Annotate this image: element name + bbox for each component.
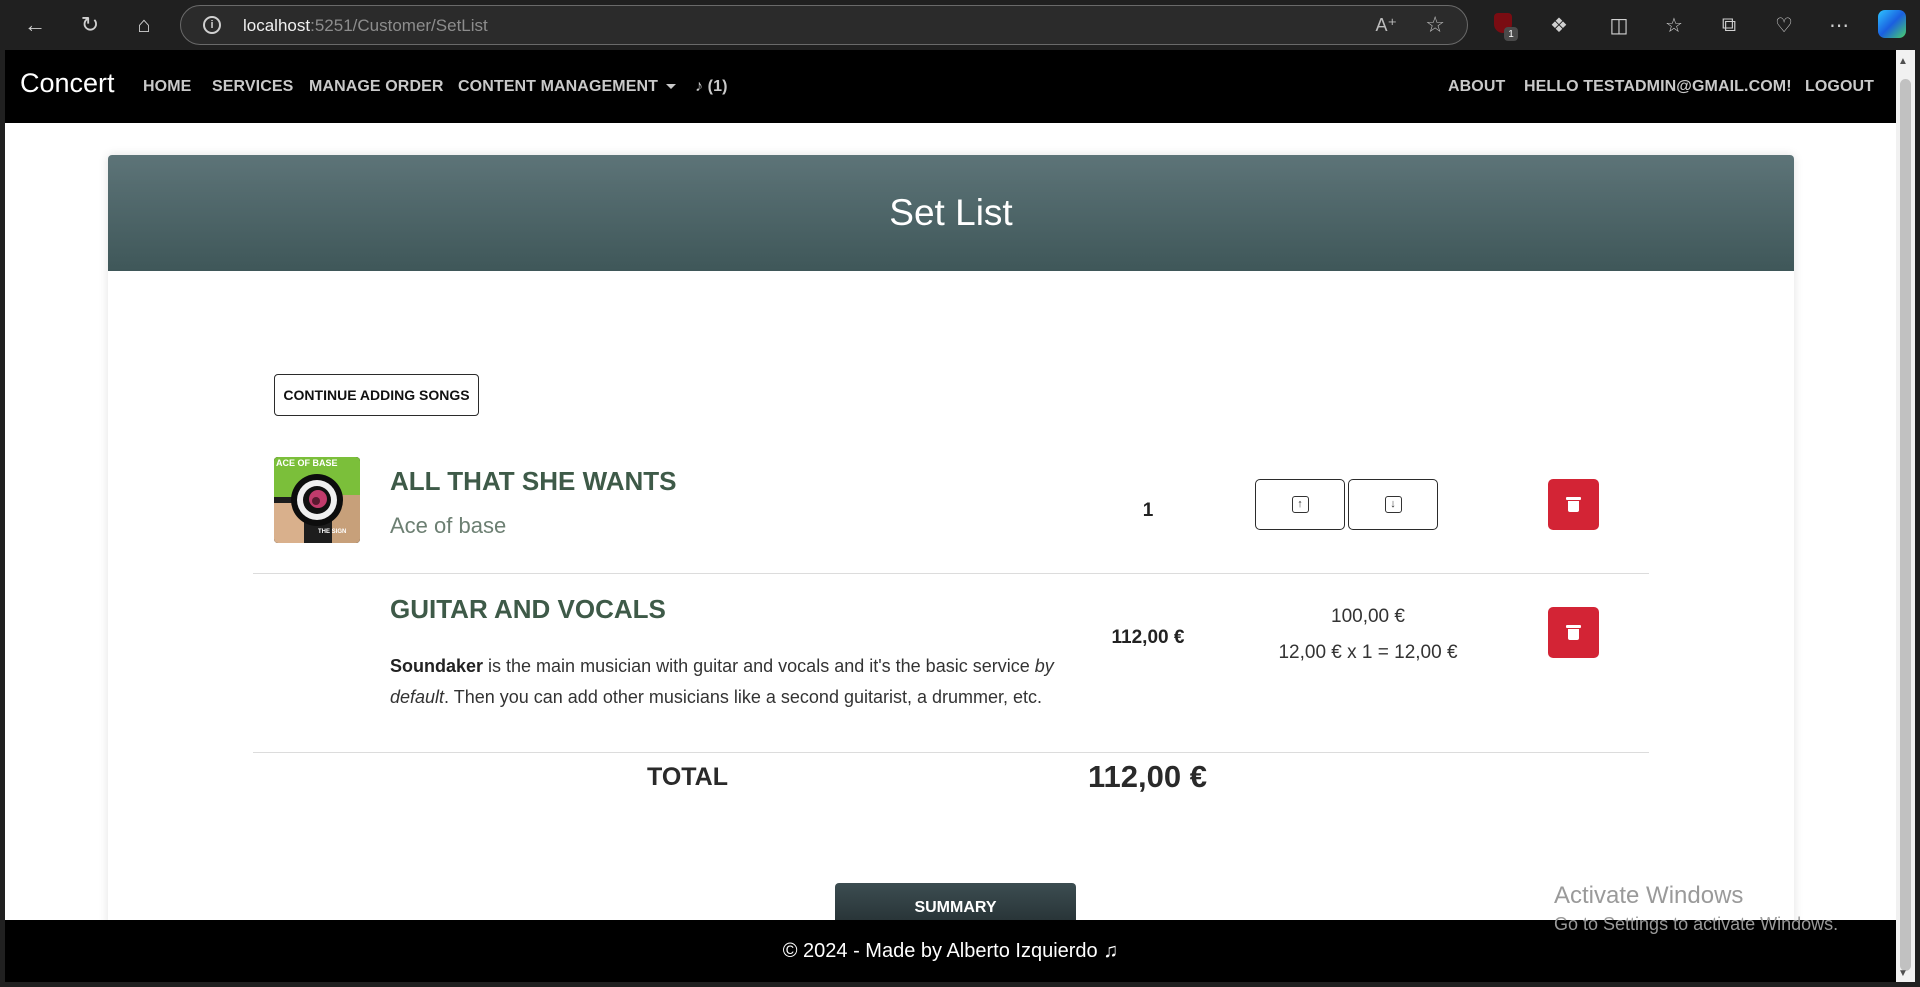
- song-position: 1: [1142, 500, 1154, 521]
- favorites-icon[interactable]: ☆: [1659, 10, 1689, 40]
- album-text-bottom: THE SIGN: [318, 529, 346, 535]
- arrow-up-icon: ↑: [1291, 496, 1309, 513]
- divider: [253, 752, 1649, 753]
- service-base-price: 100,00 €: [1331, 606, 1405, 627]
- delete-service-button[interactable]: [1548, 607, 1599, 658]
- browser-essentials-icon[interactable]: ♡: [1769, 10, 1799, 40]
- activate-windows-title: Activate Windows: [1554, 882, 1744, 909]
- extensions-icon[interactable]: ❖: [1544, 10, 1574, 40]
- song-title: ALL THAT SHE WANTS: [390, 466, 677, 496]
- music-note-icon: ♪: [695, 78, 704, 95]
- continue-adding-songs-button[interactable]: CONTINUE ADDING SONGS: [274, 374, 479, 416]
- total-label: TOTAL: [647, 763, 729, 791]
- scrollbar-thumb[interactable]: [1900, 79, 1911, 971]
- page-viewport: Concert HOME SERVICES MANAGE ORDER CONTE…: [5, 50, 1896, 982]
- nav-manage-order[interactable]: MANAGE ORDER: [309, 78, 444, 96]
- move-up-button[interactable]: ↑: [1255, 479, 1345, 530]
- url-text[interactable]: localhost:5251/Customer/SetList: [243, 16, 488, 36]
- total-value: 112,00 €: [1088, 759, 1207, 794]
- move-down-button[interactable]: ↓: [1348, 479, 1438, 530]
- trash-icon: [1566, 497, 1581, 512]
- split-screen-icon[interactable]: ◫: [1604, 10, 1634, 40]
- favorite-star-icon[interactable]: ☆: [1425, 12, 1445, 38]
- copilot-icon[interactable]: [1878, 10, 1906, 38]
- scroll-up-icon[interactable]: ▲: [1898, 56, 1908, 67]
- page-title: Set List: [889, 192, 1013, 233]
- refresh-icon[interactable]: ↻: [72, 8, 108, 42]
- back-icon[interactable]: ←: [17, 8, 53, 42]
- home-icon[interactable]: ⌂: [126, 8, 162, 42]
- nav-content-management[interactable]: CONTENT MANAGEMENT: [458, 78, 677, 96]
- nav-logout[interactable]: LOGOUT: [1805, 78, 1874, 96]
- card-header: Set List: [108, 155, 1794, 271]
- activate-windows-subtitle: Go to Settings to activate Windows.: [1554, 914, 1839, 934]
- service-description: Soundaker is the main musician with guit…: [390, 656, 1054, 707]
- collections-icon[interactable]: ⧉: [1714, 10, 1744, 40]
- nav-services[interactable]: SERVICES: [212, 78, 293, 96]
- service-title: GUITAR AND VOCALS: [390, 594, 666, 624]
- brand-logo[interactable]: Concert: [20, 68, 115, 99]
- nav-cart[interactable]: ♪ (1): [695, 78, 728, 96]
- caret-down-icon: [666, 84, 677, 90]
- album-text-top: ACE OF BASE: [276, 458, 338, 468]
- read-aloud-icon[interactable]: A⁺: [1375, 15, 1397, 36]
- info-icon[interactable]: i: [203, 16, 221, 34]
- divider: [253, 573, 1649, 574]
- delete-song-button[interactable]: [1548, 479, 1599, 530]
- ublock-badge: 1: [1504, 27, 1518, 41]
- arrow-down-icon: ↓: [1384, 496, 1402, 513]
- address-bar[interactable]: i localhost:5251/Customer/SetList A⁺ ☆: [180, 5, 1468, 45]
- browser-toolbar: ← ↻ ⌂ i localhost:5251/Customer/SetList …: [0, 0, 1920, 50]
- more-icon[interactable]: ⋯: [1824, 10, 1854, 40]
- album-cover-image: ACE OF BASE THE SIGN: [274, 457, 360, 543]
- nav-user-greeting[interactable]: HELLO TESTADMIN@GMAIL.COM!: [1524, 78, 1792, 96]
- nav-about[interactable]: ABOUT: [1448, 78, 1505, 96]
- scroll-down-icon[interactable]: ▼: [1898, 968, 1908, 979]
- service-price: 112,00 €: [1111, 627, 1185, 648]
- song-artist: Ace of base: [390, 513, 507, 538]
- setlist-card: Set List CONTINUE ADDING SONGS ACE OF BA…: [108, 155, 1794, 982]
- site-navbar: Concert HOME SERVICES MANAGE ORDER CONTE…: [5, 50, 1896, 123]
- trash-icon: [1566, 625, 1581, 640]
- nav-home[interactable]: HOME: [143, 78, 191, 96]
- service-price-calculation: 12,00 € x 1 = 12,00 €: [1278, 642, 1458, 663]
